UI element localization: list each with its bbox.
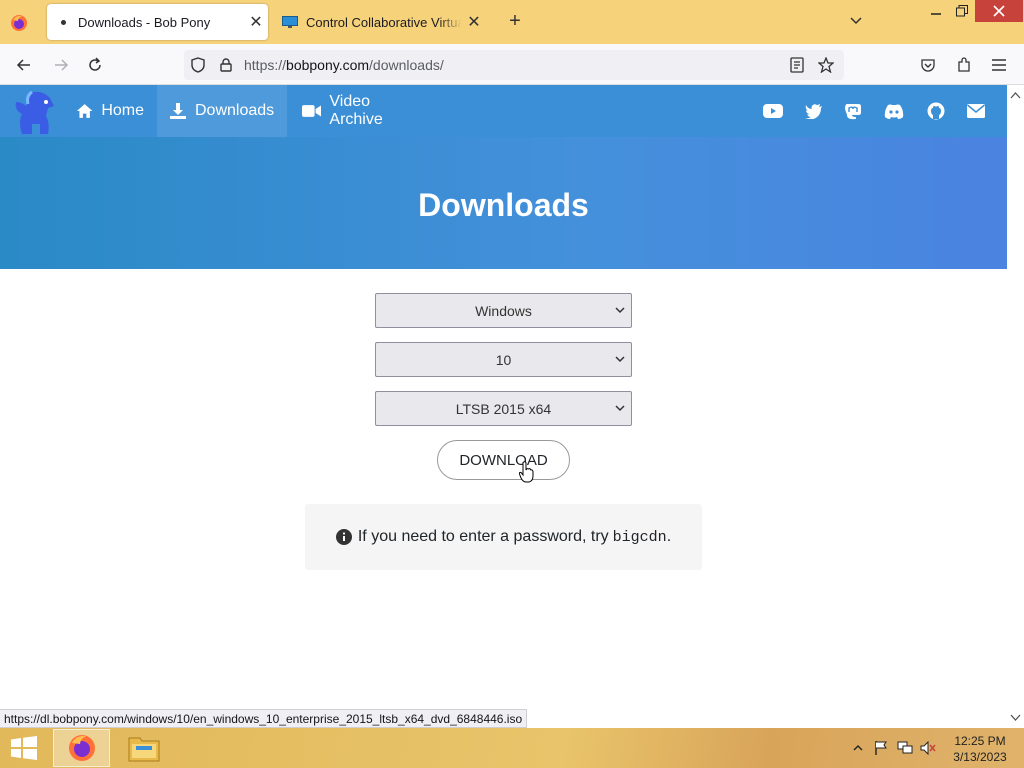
info-icon bbox=[335, 529, 352, 545]
download-icon bbox=[170, 103, 186, 119]
tab-control-collaborative-vm[interactable]: Control Collaborative Virtual Machine ✕ bbox=[276, 4, 486, 40]
chevron-down-icon bbox=[615, 307, 625, 314]
edition-select-value: LTSB 2015 x64 bbox=[455, 400, 552, 417]
reload-icon[interactable] bbox=[84, 54, 106, 76]
password-hint-box: If you need to enter a password, try big… bbox=[305, 504, 702, 570]
windows-start-icon[interactable] bbox=[10, 736, 38, 760]
taskbar-clock[interactable]: 12:25 PM 3/13/2023 bbox=[950, 733, 1010, 765]
video-camera-icon bbox=[302, 105, 322, 117]
nav-downloads-label: Downloads bbox=[195, 102, 275, 119]
url-text[interactable]: https://bobpony.com/downloads/ bbox=[244, 57, 444, 73]
password-code: bigcdn bbox=[612, 528, 667, 546]
mail-icon[interactable] bbox=[965, 101, 987, 121]
bookmark-star-icon[interactable] bbox=[815, 54, 837, 76]
nav-video-archive-label: Video Archive bbox=[329, 93, 383, 128]
extensions-icon[interactable] bbox=[953, 54, 975, 76]
nav-downloads-link[interactable]: Downloads bbox=[157, 85, 287, 137]
chevron-down-icon bbox=[615, 405, 625, 412]
url-scheme: https:// bbox=[244, 57, 287, 73]
show-hidden-icons-icon[interactable] bbox=[850, 740, 866, 756]
chevron-down-icon[interactable] bbox=[848, 12, 868, 32]
edition-select[interactable]: LTSB 2015 x64 bbox=[375, 391, 632, 426]
status-link-preview: https://dl.bobpony.com/windows/10/en_win… bbox=[0, 709, 528, 728]
taskbar-firefox-icon[interactable] bbox=[53, 729, 110, 767]
password-hint-text: If you need to enter a password, try bbox=[357, 528, 609, 545]
page-title: Downloads bbox=[418, 187, 589, 223]
download-button[interactable]: DOWNLOAD bbox=[437, 440, 570, 480]
lock-icon[interactable] bbox=[215, 54, 237, 76]
action-center-flag-icon[interactable] bbox=[873, 740, 889, 756]
twitter-icon[interactable] bbox=[803, 101, 825, 121]
page-scrollbar[interactable] bbox=[1007, 85, 1024, 728]
tab-downloads-bob-pony[interactable]: Downloads - Bob Pony ✕ bbox=[47, 4, 268, 40]
network-icon[interactable] bbox=[897, 740, 913, 756]
volume-muted-icon[interactable] bbox=[920, 740, 936, 756]
pocket-icon[interactable] bbox=[917, 54, 939, 76]
nav-video-archive-link[interactable]: Video Archive bbox=[290, 85, 436, 137]
back-arrow-icon[interactable] bbox=[13, 54, 35, 76]
taskbar-file-explorer-icon[interactable] bbox=[124, 731, 164, 765]
shield-icon[interactable] bbox=[187, 54, 209, 76]
os-select-value: Windows bbox=[475, 302, 532, 319]
os-select[interactable]: Windows bbox=[375, 293, 632, 328]
bob-pony-logo[interactable] bbox=[10, 88, 60, 138]
hamburger-menu-icon[interactable] bbox=[988, 54, 1010, 76]
clock-date: 3/13/2023 bbox=[953, 750, 1007, 764]
tab-close-icon[interactable]: ✕ bbox=[244, 12, 268, 32]
close-window-button[interactable] bbox=[975, 0, 1023, 22]
password-hint-suffix: . bbox=[666, 528, 672, 545]
new-tab-button[interactable]: + bbox=[504, 10, 526, 32]
restore-window-button[interactable] bbox=[946, 0, 978, 22]
discord-icon[interactable] bbox=[883, 101, 905, 121]
tab-loading-dot-icon bbox=[61, 19, 66, 25]
hero-banner: Downloads bbox=[0, 137, 1007, 269]
youtube-icon[interactable] bbox=[762, 101, 784, 121]
forward-arrow-icon[interactable] bbox=[50, 54, 72, 76]
home-icon bbox=[76, 104, 93, 118]
tab-close-icon[interactable]: ✕ bbox=[462, 12, 486, 32]
github-icon[interactable] bbox=[925, 101, 947, 121]
reader-view-icon[interactable] bbox=[786, 54, 808, 76]
tab-title: Control Collaborative Virtual Machine bbox=[306, 14, 462, 30]
mastodon-icon[interactable] bbox=[842, 101, 864, 121]
clock-time: 12:25 PM bbox=[954, 734, 1006, 748]
monitor-icon bbox=[282, 16, 298, 28]
url-host: bobpony.com bbox=[286, 57, 370, 73]
hand-cursor-icon bbox=[518, 461, 535, 488]
nav-home-link[interactable]: Home bbox=[64, 85, 156, 137]
page-content: Downloads Home Downloads Video Archive W… bbox=[0, 85, 1007, 728]
firefox-menu-icon[interactable] bbox=[8, 12, 30, 34]
version-select[interactable]: 10 bbox=[375, 342, 632, 377]
nav-home-label: Home bbox=[101, 102, 144, 119]
tab-title: Downloads - Bob Pony bbox=[78, 14, 211, 30]
version-select-value: 10 bbox=[495, 351, 512, 368]
chevron-down-icon bbox=[615, 356, 625, 363]
url-path: /downloads/ bbox=[369, 57, 444, 73]
